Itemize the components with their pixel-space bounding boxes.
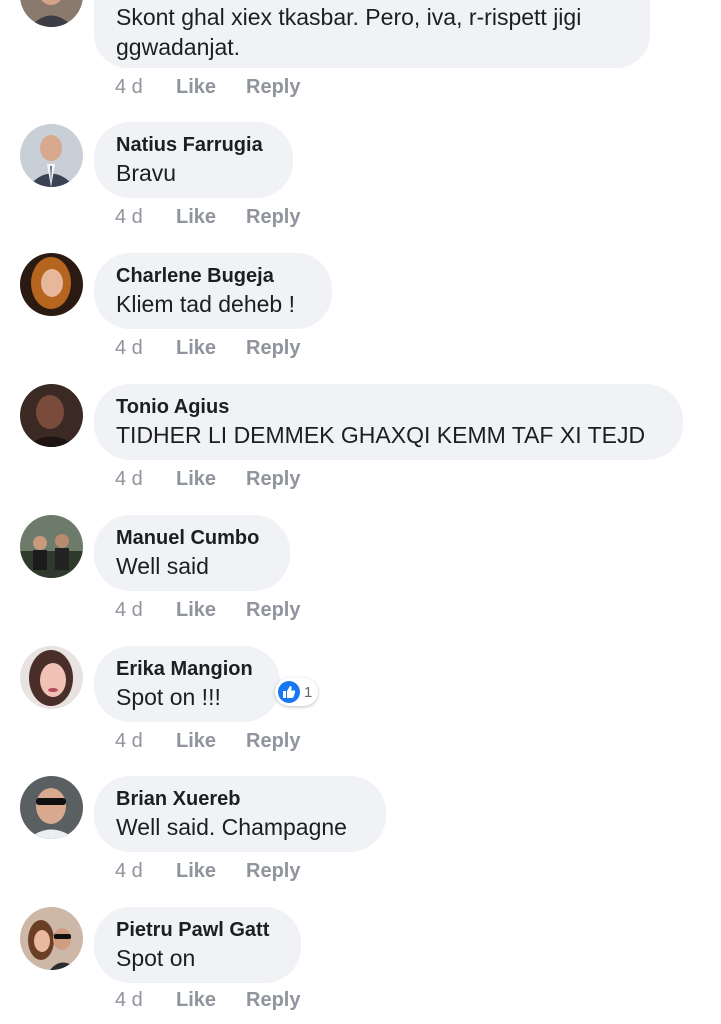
comment: Manuel Cumbo Well said 4 d Like Reply [0,515,721,646]
comment-bubble: Brian Xuereb Well said. Champagne [94,776,386,852]
comment-bubble: Tonio Agius TIDHER LI DEMMEK GHAXQI KEMM… [94,384,683,460]
comment-timestamp: 4 d [115,76,143,98]
comment-author[interactable]: Tonio Agius [116,396,229,419]
reply-button[interactable]: Reply [246,860,300,883]
avatar[interactable] [20,776,83,839]
comment-timestamp: 4 d [115,206,143,228]
like-button[interactable]: Like [176,989,216,1012]
comment: Skont ghal xiex tkasbar. Pero, iva, r-ri… [0,0,721,98]
avatar[interactable] [20,0,83,27]
like-button[interactable]: Like [176,730,216,753]
comment-bubble: Pietru Pawl Gatt Spot on [94,907,301,983]
comment-author[interactable]: Manuel Cumbo [116,527,259,550]
comment-text: Bravu [116,160,177,186]
comment-timestamp: 4 d [115,337,143,359]
comment: Brian Xuereb Well said. Champagne 4 d Li… [0,776,721,907]
avatar[interactable] [20,253,83,316]
comment-author[interactable]: Pietru Pawl Gatt [116,919,269,942]
reaction-count: 1 [304,683,313,701]
reply-button[interactable]: Reply [246,730,300,753]
comment-bubble: Skont ghal xiex tkasbar. Pero, iva, r-ri… [94,0,650,68]
comment-author[interactable]: Natius Farrugia [116,134,263,157]
comment-bubble: Natius Farrugia Bravu [94,122,293,198]
avatar[interactable] [20,907,83,970]
comment-text: Kliem tad deheb ! [116,291,296,317]
comment-bubble: Erika Mangion Spot on !!! [94,646,280,722]
comment-author[interactable]: Charlene Bugeja [116,265,274,288]
comment: Natius Farrugia Bravu 4 d Like Reply [0,122,721,253]
avatar[interactable] [20,384,83,447]
comment-text-line-1: Skont ghal xiex tkasbar. Pero, iva, r-ri… [116,4,582,30]
avatar[interactable] [20,124,83,187]
comment-text: Well said [116,553,209,579]
reply-button[interactable]: Reply [246,76,300,99]
comment: Erika Mangion Spot on !!! 1 4 d Like Rep… [0,646,721,777]
like-button[interactable]: Like [176,599,216,622]
reply-button[interactable]: Reply [246,206,300,229]
reply-button[interactable]: Reply [246,599,300,622]
comment-list: Skont ghal xiex tkasbar. Pero, iva, r-ri… [0,0,721,1024]
comment-text: Spot on !!! [116,684,221,710]
avatar[interactable] [20,646,83,709]
comment: Tonio Agius TIDHER LI DEMMEK GHAXQI KEMM… [0,384,721,515]
reply-button[interactable]: Reply [246,468,300,491]
reaction-badge[interactable]: 1 [275,678,319,706]
like-button[interactable]: Like [176,76,216,99]
reply-button[interactable]: Reply [246,989,300,1012]
comment: Charlene Bugeja Kliem tad deheb ! 4 d Li… [0,253,721,384]
comment-author[interactable]: Erika Mangion [116,658,253,681]
comment-text: Spot on [116,945,196,971]
avatar[interactable] [20,515,83,578]
like-button[interactable]: Like [176,206,216,229]
comment-timestamp: 4 d [115,989,143,1011]
like-button[interactable]: Like [176,468,216,491]
like-button[interactable]: Like [176,337,216,360]
comment: Pietru Pawl Gatt Spot on 4 d Like Reply [0,907,721,1024]
comment-timestamp: 4 d [115,860,143,882]
thumbs-up-icon [278,681,300,703]
comment-text: TIDHER LI DEMMEK GHAXQI KEMM TAF XI TEJD [116,422,646,448]
like-button[interactable]: Like [176,860,216,883]
comment-timestamp: 4 d [115,468,143,490]
reply-button[interactable]: Reply [246,337,300,360]
comment-text: Well said. Champagne [116,814,347,840]
comment-timestamp: 4 d [115,730,143,752]
comment-timestamp: 4 d [115,599,143,621]
comment-bubble: Charlene Bugeja Kliem tad deheb ! [94,253,332,329]
comment-bubble: Manuel Cumbo Well said [94,515,290,591]
comment-text-line-2: ggwadanjat. [116,34,241,60]
comment-author[interactable]: Brian Xuereb [116,788,240,811]
